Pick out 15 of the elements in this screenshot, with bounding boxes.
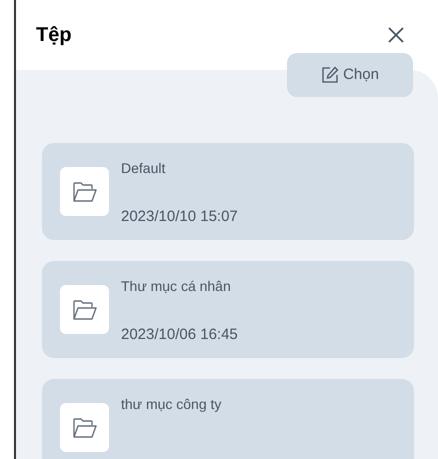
dialog-title: Tệp <box>36 23 72 48</box>
select-button[interactable]: Chọn <box>287 53 413 97</box>
folder-name: Thư mục cá nhân <box>121 277 232 296</box>
folder-date: 2023/10/06 16:45 <box>121 324 238 344</box>
close-icon <box>387 26 405 44</box>
folder-name: Default <box>121 159 166 178</box>
folder-name: thư mục công ty <box>121 395 222 414</box>
folder-date: 2023/10/10 15:07 <box>121 206 238 226</box>
folder-icon <box>72 416 96 438</box>
folder-card[interactable]: Thư mục cá nhân 2023/10/06 16:45 <box>42 261 414 358</box>
folder-icon <box>72 298 96 320</box>
folder-icon <box>72 180 96 202</box>
edit-icon <box>321 66 340 84</box>
folder-card[interactable]: thư mục công ty <box>42 379 414 459</box>
folder-card[interactable]: Default 2023/10/10 15:07 <box>42 143 414 240</box>
